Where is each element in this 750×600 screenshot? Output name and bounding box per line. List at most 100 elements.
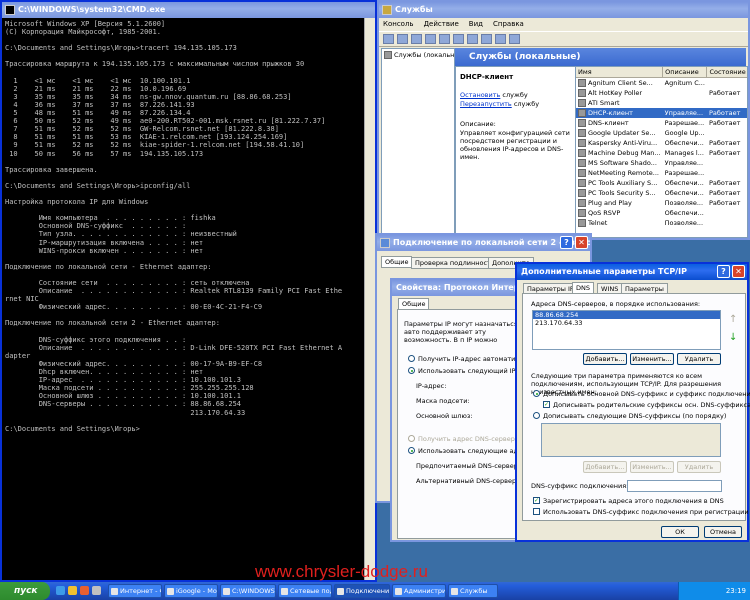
table-row[interactable]: Google Updater Se... Google Up... — [576, 128, 747, 138]
up-icon[interactable] — [411, 34, 422, 44]
service-name-cell: Telnet — [576, 218, 663, 228]
services-window[interactable]: Службы Консоль Действие Вид Справка Служ… — [377, 0, 750, 240]
start-button[interactable]: пуск — [0, 582, 50, 600]
table-row[interactable]: Agnitum Client Se... Agnitum C... — [576, 78, 747, 89]
dns-server-list[interactable]: 88.86.68.254 213.170.64.33 — [532, 310, 721, 350]
arrow-down-icon[interactable]: ↓ — [729, 332, 737, 343]
tab-general[interactable]: Общие — [381, 256, 413, 268]
desktop-icon[interactable] — [92, 586, 101, 595]
back-icon[interactable] — [383, 34, 394, 44]
menu-help[interactable]: Справка — [493, 18, 524, 31]
menu-view[interactable]: Вид — [469, 18, 483, 31]
table-row[interactable]: Alt HotKey Poller Работает — [576, 88, 747, 98]
refresh-icon[interactable] — [439, 34, 450, 44]
taskbar-button[interactable]: C:\WINDOWS\... — [220, 584, 276, 598]
stop-icon[interactable] — [495, 34, 506, 44]
stop-service-link[interactable]: Остановить — [460, 91, 500, 99]
taskbar-button[interactable]: Сетевые подкл... — [278, 584, 332, 598]
list-item[interactable]: 88.86.68.254 — [533, 311, 720, 319]
ie-icon[interactable] — [56, 586, 65, 595]
pause-icon[interactable] — [509, 34, 520, 44]
taskbar-button[interactable]: Подключение ... — [334, 584, 390, 598]
connection-titlebar[interactable]: Подключение по локальной сети 2 - свойс.… — [377, 235, 590, 251]
taskbar-button[interactable]: Службы — [448, 584, 498, 598]
cmd-titlebar[interactable]: C:\WINDOWS\system32\CMD.exe — [2, 2, 375, 18]
menu-console[interactable]: Консоль — [383, 18, 414, 31]
edit-dns-button[interactable]: Изменить... — [630, 353, 674, 365]
help-button[interactable]: ? — [717, 265, 730, 278]
cmd-console-output[interactable]: Microsoft Windows XP [Версия 5.1.2600] (С… — [2, 18, 365, 580]
console-line: DNS-серверы . . . . . . . . . . . : 88.8… — [5, 400, 242, 409]
services-menubar: Консоль Действие Вид Справка — [379, 18, 748, 31]
column-description[interactable]: Описание — [662, 67, 708, 78]
table-row[interactable]: Telnet Позволяе... — [576, 218, 747, 228]
taskbar-button[interactable]: iGoogle - Mozill... — [164, 584, 218, 598]
ok-button[interactable]: ОК — [661, 526, 699, 538]
manual-dns-radio[interactable] — [408, 447, 415, 454]
column-name[interactable]: Имя — [576, 67, 664, 78]
cmd-scrollbar[interactable] — [364, 18, 375, 580]
column-status[interactable]: Состояние — [706, 67, 747, 78]
table-row[interactable]: MS Software Shado... Управляе... — [576, 158, 747, 168]
forward-icon[interactable] — [397, 34, 408, 44]
table-row[interactable]: DNS-клиент Разрешае... Работает — [576, 118, 747, 128]
connection-suffix-input[interactable] — [627, 480, 722, 492]
taskbar-button[interactable]: Администрир... — [392, 584, 446, 598]
console-line: Dhcp включен. . . . . . . . . . . : нет — [5, 368, 204, 377]
tab-authentication[interactable]: Проверка подлинности — [411, 257, 500, 269]
console-line: IP-маршрутизация включена . . . . : нет — [5, 238, 204, 247]
cmd-window[interactable]: C:\WINDOWS\system32\CMD.exe Microsoft Wi… — [0, 0, 377, 582]
advanced-tcpip-dialog[interactable]: Дополнительные параметры TCP/IP ? ✕ Парам… — [515, 262, 750, 542]
add-suffix-button[interactable]: Добавить... — [583, 461, 627, 473]
table-row[interactable]: Plug and Play Позволяе... Работает — [576, 198, 747, 208]
append-parent-suffix-checkbox[interactable]: ✓ — [543, 401, 550, 408]
folder-icon[interactable] — [68, 586, 77, 595]
tree-item-services[interactable]: Службы (локальны — [382, 49, 454, 61]
add-dns-button[interactable]: Добавить... — [583, 353, 627, 365]
services-list[interactable]: Имя Описание Состояние Agnitum Client Se… — [575, 66, 748, 238]
table-row[interactable]: ATI Smart — [576, 98, 747, 108]
tcpip-properties-dialog[interactable]: Свойства: Протокол Интернета (TCP/IP) Об… — [390, 278, 532, 542]
append-primary-suffix-radio[interactable] — [533, 390, 540, 397]
close-button[interactable]: ✕ — [575, 236, 588, 249]
help-button[interactable]: ? — [560, 236, 573, 249]
console-line: Подключение по локальной сети 2 - Ethern… — [5, 319, 220, 328]
help-icon[interactable] — [467, 34, 478, 44]
play-icon[interactable] — [481, 34, 492, 44]
table-row[interactable]: PC Tools Auxiliary S... Обеспечи... Работа… — [576, 178, 747, 188]
register-dns-checkbox[interactable]: ✓ — [533, 497, 540, 504]
export-icon[interactable] — [453, 34, 464, 44]
services-tree[interactable]: Службы (локальны — [381, 48, 455, 238]
use-suffix-registration-checkbox[interactable] — [533, 508, 540, 515]
service-description-cell: Управляе... — [662, 108, 707, 118]
auto-dns-radio[interactable] — [408, 435, 415, 442]
suffix-list[interactable] — [541, 423, 721, 457]
menu-action[interactable]: Действие — [424, 18, 459, 31]
append-suffixes-radio[interactable] — [533, 412, 540, 419]
register-dns-label: Зарегистрировать адреса этого подключени… — [543, 497, 724, 505]
table-row[interactable]: NetMeeting Remote... Разрешае... — [576, 168, 747, 178]
taskbar-button[interactable]: Интернет - Фо... — [108, 584, 162, 598]
cancel-button[interactable]: Отмена — [704, 526, 742, 538]
table-row[interactable]: DHCP-клиент Управляе... Работает — [576, 108, 747, 118]
remove-suffix-button[interactable]: Удалить — [677, 461, 721, 473]
manual-ip-radio[interactable] — [408, 367, 415, 374]
alternate-dns-label: Альтернативный DNS-сервер: — [416, 477, 519, 485]
table-row[interactable]: PC Tools Security S... Обеспечи... Работае… — [576, 188, 747, 198]
table-row[interactable]: Kaspersky Anti-Viru... Обеспечи... Работае… — [576, 138, 747, 148]
restart-service-link[interactable]: Перезапустить — [460, 100, 512, 108]
properties-icon[interactable] — [425, 34, 436, 44]
list-item[interactable]: 213.170.64.33 — [533, 319, 720, 327]
remove-dns-button[interactable]: Удалить — [677, 353, 721, 365]
table-row[interactable]: Machine Debug Man... Manages l... Работает — [576, 148, 747, 158]
advanced-titlebar[interactable]: Дополнительные параметры TCP/IP ? ✕ — [517, 264, 747, 280]
firefox-icon[interactable] — [80, 586, 89, 595]
edit-suffix-button[interactable]: Изменить... — [630, 461, 674, 473]
tcpip-titlebar[interactable]: Свойства: Протокол Интернета (TCP/IP) — [392, 280, 530, 296]
services-titlebar[interactable]: Службы — [379, 2, 748, 18]
auto-ip-radio[interactable] — [408, 355, 415, 362]
close-button[interactable]: ✕ — [732, 265, 745, 278]
arrow-up-icon[interactable]: ↑ — [729, 314, 737, 325]
table-row[interactable]: QoS RSVP Обеспечи... — [576, 208, 747, 218]
